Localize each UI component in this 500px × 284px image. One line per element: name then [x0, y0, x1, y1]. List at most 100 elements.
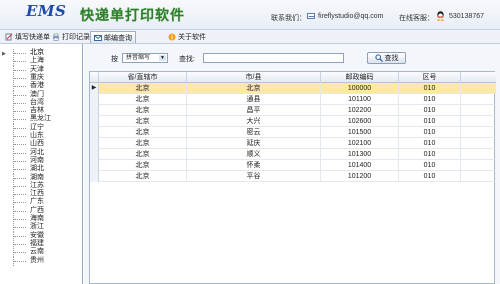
- row-pointer-icon[interactable]: [90, 94, 99, 105]
- tree-item[interactable]: 黑龙江: [0, 115, 82, 125]
- contact-label: 联系我们：: [271, 15, 306, 22]
- tree-item-label: 福建: [30, 239, 44, 247]
- info-icon: [168, 33, 176, 41]
- tree-item[interactable]: 重庆: [0, 73, 82, 83]
- tab-postcode-search[interactable]: 邮编查询: [90, 31, 136, 43]
- search-by-label: 按: [111, 56, 118, 63]
- table-cell: 101300: [321, 149, 399, 160]
- about-software-label: 关于软件: [178, 34, 206, 41]
- tree-connector-line: [14, 235, 26, 237]
- about-software-button[interactable]: 关于软件: [165, 31, 209, 43]
- tree-connector-line: [14, 194, 26, 196]
- tree-connector-line: [14, 260, 26, 262]
- table-cell: 北京: [99, 149, 187, 160]
- tree-item[interactable]: 广西: [0, 206, 82, 216]
- table-row[interactable]: 北京 平谷 101200 010: [90, 171, 496, 182]
- tree-item[interactable]: 云南: [0, 248, 82, 258]
- table-row[interactable]: 北京 密云 101500 010: [90, 127, 496, 138]
- print-records-button[interactable]: 打印记录: [49, 31, 93, 43]
- tree-item[interactable]: 澳门: [0, 90, 82, 100]
- table-cell: 北京: [99, 116, 187, 127]
- tree-connector-line: [14, 227, 26, 229]
- tree-item[interactable]: 山西: [0, 140, 82, 150]
- tree-item[interactable]: 浙江: [0, 223, 82, 233]
- tree-connector-line: [14, 136, 26, 137]
- row-pointer-icon[interactable]: [90, 127, 99, 138]
- mail-search-icon: [94, 34, 102, 41]
- tree-item[interactable]: 湖北: [0, 165, 82, 175]
- tree-connector-line: [14, 160, 26, 162]
- row-pointer-icon[interactable]: ▶: [90, 83, 99, 94]
- table-cell: 010: [399, 127, 461, 138]
- tree-item-label: 吉林: [30, 107, 44, 115]
- fill-waybill-button[interactable]: 填写快递单: [2, 31, 53, 43]
- tree-connector-line: [14, 102, 26, 104]
- tree-item[interactable]: 河南: [0, 156, 82, 166]
- table-cell: 101100: [321, 94, 399, 105]
- postcode-search-label: 邮编查询: [104, 34, 132, 42]
- row-pointer-icon[interactable]: [90, 116, 99, 127]
- table-cell: 昌平: [187, 105, 321, 116]
- tree-item[interactable]: 贵州: [0, 256, 82, 266]
- tree-item[interactable]: 河北: [0, 148, 82, 158]
- column-header-province[interactable]: 省/直辖市: [99, 72, 187, 83]
- table-cell: 密云: [187, 127, 321, 138]
- tree-connector-line: [14, 94, 26, 96]
- row-pointer-icon[interactable]: [90, 105, 99, 116]
- table-cell: 平谷: [187, 171, 321, 182]
- table-cell: 010: [399, 149, 461, 160]
- print-records-label: 打印记录: [62, 34, 90, 41]
- table-cell: 010: [399, 83, 461, 94]
- search-button[interactable]: 查找: [367, 52, 406, 64]
- tree-item[interactable]: 上海: [0, 57, 82, 67]
- app-title: 快递单打印软件: [80, 8, 185, 24]
- tree-item[interactable]: 广东: [0, 198, 82, 208]
- tree-item[interactable]: 香港: [0, 82, 82, 92]
- tree-item-label: 湖南: [30, 173, 44, 181]
- tree-item[interactable]: 安徽: [0, 231, 82, 241]
- tree-connector-line: [14, 69, 26, 71]
- row-pointer-icon[interactable]: [90, 138, 99, 149]
- table-row[interactable]: 北京 大兴 102600 010: [90, 116, 496, 127]
- search-icon: [374, 54, 383, 62]
- table-row[interactable]: 北京 顺义 101300 010: [90, 149, 496, 160]
- tree-item-label: 山西: [30, 140, 44, 148]
- column-header-city[interactable]: 市/县: [187, 72, 321, 83]
- tree-item-label: 江西: [30, 190, 44, 198]
- table-cell: 北京: [99, 171, 187, 182]
- table-cell: 北京: [99, 127, 187, 138]
- tree-connector-line: [14, 219, 26, 220]
- qq-number: 530138767: [449, 13, 485, 20]
- tree-item[interactable]: 台湾: [0, 98, 82, 108]
- table-cell: 北京: [99, 105, 187, 116]
- column-header-postcode[interactable]: 邮政编码: [321, 72, 399, 83]
- table-row[interactable]: ▶ 北京 北京 100000 010: [90, 83, 496, 94]
- row-pointer-icon[interactable]: [90, 149, 99, 160]
- ems-logo: EMS: [26, 2, 67, 20]
- contact-email-link[interactable]: fireflystudio@qq.com: [318, 13, 383, 20]
- app-header: EMS 快递单打印软件 联系我们： fireflystudio@qq.com 在…: [0, 0, 500, 30]
- table-cell: 101200: [321, 171, 399, 182]
- tree-item-label: 贵州: [30, 256, 44, 264]
- row-pointer-icon[interactable]: [90, 160, 99, 171]
- table-row[interactable]: 北京 通县 101100 010: [90, 94, 496, 105]
- tree-item[interactable]: 天津: [0, 65, 82, 75]
- row-pointer-icon[interactable]: [90, 171, 99, 182]
- table-cell: 北京: [99, 160, 187, 171]
- tree-item[interactable]: 江苏: [0, 181, 82, 191]
- tree-connector-line: [14, 202, 26, 204]
- tree-connector-line: [14, 53, 26, 54]
- table-row[interactable]: 北京 昌平 102200 010: [90, 105, 496, 116]
- tree-item-label: 台湾: [30, 98, 44, 106]
- table-row[interactable]: 北京 延庆 102100 010: [90, 138, 496, 149]
- search-mode-select[interactable]: 拼音缩写 ▼: [122, 53, 168, 63]
- tree-connector-line: [14, 243, 26, 245]
- table-row[interactable]: 北京 怀柔 101400 010: [90, 160, 496, 171]
- table-cell: 大兴: [187, 116, 321, 127]
- tree-item[interactable]: 湖南: [0, 173, 82, 183]
- search-input[interactable]: [203, 53, 344, 63]
- tree-item[interactable]: 辽宁: [0, 123, 82, 133]
- tree-item[interactable]: 福建: [0, 239, 82, 249]
- qq-icon[interactable]: [436, 11, 445, 21]
- column-header-area-code[interactable]: 区号: [399, 72, 461, 83]
